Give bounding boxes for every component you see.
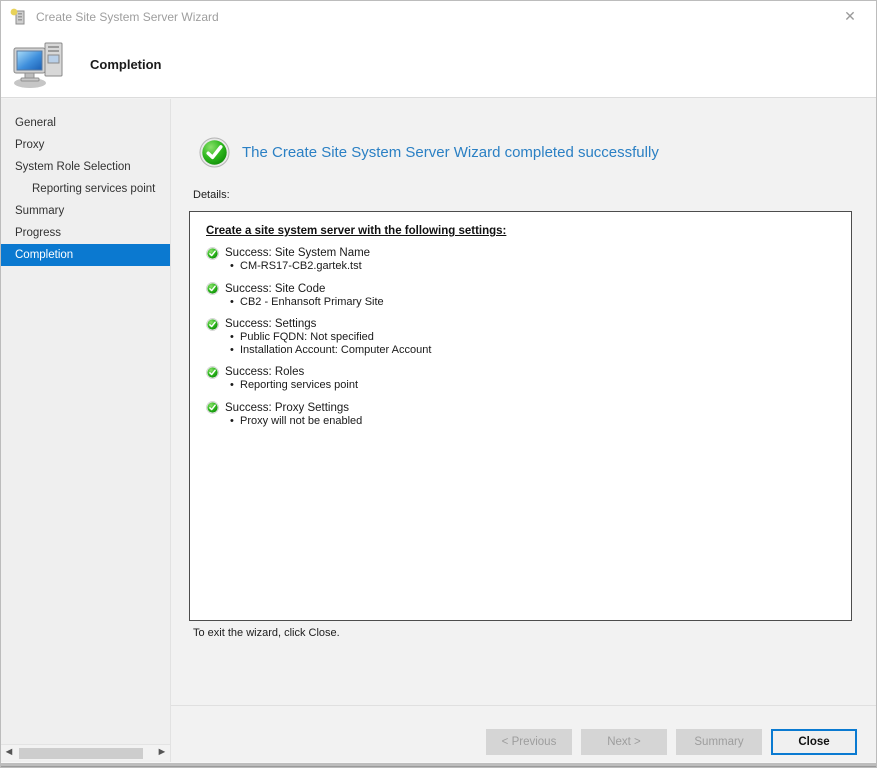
close-icon[interactable]: ✕ bbox=[833, 1, 867, 32]
details-section: Success: Site Code•CB2 - Enhansoft Prima… bbox=[206, 282, 835, 309]
close-button[interactable]: Close bbox=[771, 729, 857, 755]
details-section: Success: Site System Name•CM-RS17-CB2.ga… bbox=[206, 246, 835, 273]
footer-bar: < Previous Next > Summary Close bbox=[171, 705, 876, 767]
details-heading: Create a site system server with the fol… bbox=[206, 225, 835, 237]
detail-bullet: •Reporting services point bbox=[206, 379, 835, 392]
success-check-icon bbox=[199, 137, 230, 168]
section-head: Success: Site System Name bbox=[206, 246, 835, 260]
bullet-icon: • bbox=[230, 415, 240, 428]
scroll-right-icon[interactable]: ► bbox=[154, 745, 170, 760]
bullet-icon: • bbox=[230, 344, 240, 357]
wizard-app-icon bbox=[10, 8, 27, 25]
bullet-text: Proxy will not be enabled bbox=[240, 415, 362, 427]
detail-bullet: •Public FQDN: Not specified bbox=[206, 331, 835, 344]
footer-buttons: < Previous Next > Summary Close bbox=[486, 729, 857, 755]
details-section: Success: Proxy Settings•Proxy will not b… bbox=[206, 401, 835, 428]
result-row: The Create Site System Server Wizard com… bbox=[199, 137, 659, 168]
bullet-icon: • bbox=[230, 379, 240, 392]
success-check-icon bbox=[206, 282, 219, 295]
scroll-left-icon[interactable]: ◄ bbox=[1, 745, 17, 760]
section-status: Success: Site Code bbox=[225, 282, 325, 296]
completion-page: The Create Site System Server Wizard com… bbox=[171, 99, 876, 767]
wizard-steps-list: GeneralProxySystem Role SelectionReporti… bbox=[1, 112, 170, 266]
bullet-text: CM-RS17-CB2.gartek.tst bbox=[240, 260, 362, 272]
bullet-icon: • bbox=[230, 260, 240, 273]
bullet-text: Public FQDN: Not specified bbox=[240, 331, 374, 343]
success-check-icon bbox=[206, 318, 219, 331]
wizard-header: Completion bbox=[1, 32, 876, 98]
details-label: Details: bbox=[193, 189, 230, 201]
sidebar-item-system-role-selection[interactable]: System Role Selection bbox=[1, 156, 170, 178]
success-check-icon bbox=[206, 401, 219, 414]
window-bottom-edge bbox=[1, 762, 876, 767]
section-status: Success: Proxy Settings bbox=[225, 401, 349, 415]
sidebar-item-completion[interactable]: Completion bbox=[1, 244, 170, 266]
sidebar-item-progress[interactable]: Progress bbox=[1, 222, 170, 244]
previous-button: < Previous bbox=[486, 729, 572, 755]
section-status: Success: Settings bbox=[225, 317, 316, 331]
section-head: Success: Roles bbox=[206, 365, 835, 379]
titlebar: Create Site System Server Wizard ✕ bbox=[1, 1, 876, 32]
bullet-icon: • bbox=[230, 296, 240, 309]
section-head: Success: Settings bbox=[206, 317, 835, 331]
exit-hint: To exit the wizard, click Close. bbox=[193, 627, 340, 639]
sidebar-item-proxy[interactable]: Proxy bbox=[1, 134, 170, 156]
section-status: Success: Roles bbox=[225, 365, 304, 379]
bullet-text: Installation Account: Computer Account bbox=[240, 344, 431, 356]
details-sections: Success: Site System Name•CM-RS17-CB2.ga… bbox=[206, 246, 835, 427]
window-title: Create Site System Server Wizard bbox=[36, 10, 219, 24]
next-button: Next > bbox=[581, 729, 667, 755]
details-box: Create a site system server with the fol… bbox=[189, 211, 852, 621]
sidebar-item-summary[interactable]: Summary bbox=[1, 200, 170, 222]
success-check-icon bbox=[206, 366, 219, 379]
section-head: Success: Proxy Settings bbox=[206, 401, 835, 415]
summary-button: Summary bbox=[676, 729, 762, 755]
success-check-icon bbox=[206, 247, 219, 260]
detail-bullet: •CM-RS17-CB2.gartek.tst bbox=[206, 260, 835, 273]
wizard-steps-sidebar: GeneralProxySystem Role SelectionReporti… bbox=[1, 99, 171, 767]
scrollbar-thumb[interactable] bbox=[19, 748, 143, 759]
bullet-icon: • bbox=[230, 331, 240, 344]
completion-message: The Create Site System Server Wizard com… bbox=[242, 144, 659, 161]
wizard-window: Create Site System Server Wizard ✕ Compl… bbox=[0, 0, 877, 768]
section-status: Success: Site System Name bbox=[225, 246, 370, 260]
details-section: Success: Roles•Reporting services point bbox=[206, 365, 835, 392]
sidebar-item-reporting-services-point[interactable]: Reporting services point bbox=[1, 178, 170, 200]
sidebar-horizontal-scrollbar[interactable]: ◄ ► bbox=[1, 744, 170, 760]
detail-bullet: •Proxy will not be enabled bbox=[206, 415, 835, 428]
site-system-computers-icon bbox=[12, 40, 68, 90]
wizard-body: GeneralProxySystem Role SelectionReporti… bbox=[1, 99, 876, 767]
detail-bullet: •CB2 - Enhansoft Primary Site bbox=[206, 296, 835, 309]
section-head: Success: Site Code bbox=[206, 282, 835, 296]
details-section: Success: Settings•Public FQDN: Not speci… bbox=[206, 317, 835, 356]
scrollbar-track[interactable] bbox=[17, 747, 154, 759]
detail-bullet: •Installation Account: Computer Account bbox=[206, 344, 835, 357]
sidebar-item-general[interactable]: General bbox=[1, 112, 170, 134]
bullet-text: Reporting services point bbox=[240, 379, 358, 391]
page-title: Completion bbox=[90, 57, 162, 72]
bullet-text: CB2 - Enhansoft Primary Site bbox=[240, 296, 384, 308]
